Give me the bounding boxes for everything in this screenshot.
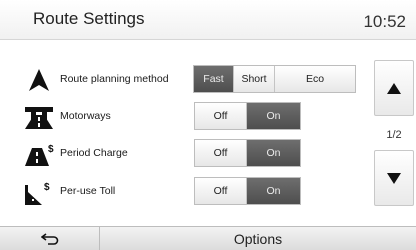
motorways-toggle: Off On (194, 102, 301, 130)
svg-text:$: $ (44, 182, 50, 193)
period-charge-on-option[interactable]: On (247, 140, 300, 166)
setting-label: Per-use Toll (60, 185, 116, 197)
back-arrow-icon (40, 233, 58, 245)
svg-text:$: $ (48, 144, 54, 155)
period-charge-icon: $ (25, 144, 54, 166)
setting-row-per-use-toll: $ Per-use Toll Off On (0, 174, 372, 210)
navigation-arrow-icon (29, 69, 49, 91)
setting-row-period-charge: $ Period Charge Off On (0, 136, 372, 172)
options-button[interactable]: Options (100, 227, 416, 250)
setting-label: Motorways (60, 110, 111, 122)
back-button[interactable] (0, 227, 100, 250)
setting-label: Period Charge (60, 147, 128, 159)
header-bar: Route Settings 10:52 (0, 0, 416, 40)
per-use-toll-toggle: Off On (194, 177, 301, 205)
route-method-fast-option[interactable]: Fast (194, 66, 234, 92)
footer-bar: Options (0, 226, 416, 250)
per-use-toll-off-option[interactable]: Off (195, 178, 247, 204)
period-charge-off-option[interactable]: Off (195, 140, 247, 166)
scroll-up-button[interactable] (374, 60, 414, 116)
scroll-down-button[interactable] (374, 150, 414, 206)
arrow-down-icon (387, 172, 401, 184)
period-charge-toggle: Off On (194, 139, 301, 167)
route-method-short-option[interactable]: Short (234, 66, 275, 92)
per-use-toll-icon: $ (25, 182, 50, 205)
clock: 10:52 (363, 12, 406, 31)
setting-label: Route planning method (60, 73, 169, 85)
page-indicator: 1/2 (386, 129, 402, 141)
motorways-off-option[interactable]: Off (195, 103, 247, 129)
setting-row-motorways: Motorways Off On (0, 99, 372, 135)
arrow-up-icon (387, 82, 401, 94)
motorway-icon (25, 107, 53, 129)
route-method-eco-option[interactable]: Eco (275, 66, 355, 92)
setting-row-route-planning: Route planning method Fast Short Eco (0, 62, 372, 98)
motorways-on-option[interactable]: On (247, 103, 300, 129)
per-use-toll-on-option[interactable]: On (247, 178, 300, 204)
route-method-selector: Fast Short Eco (193, 65, 356, 93)
page-title: Route Settings (33, 9, 145, 28)
